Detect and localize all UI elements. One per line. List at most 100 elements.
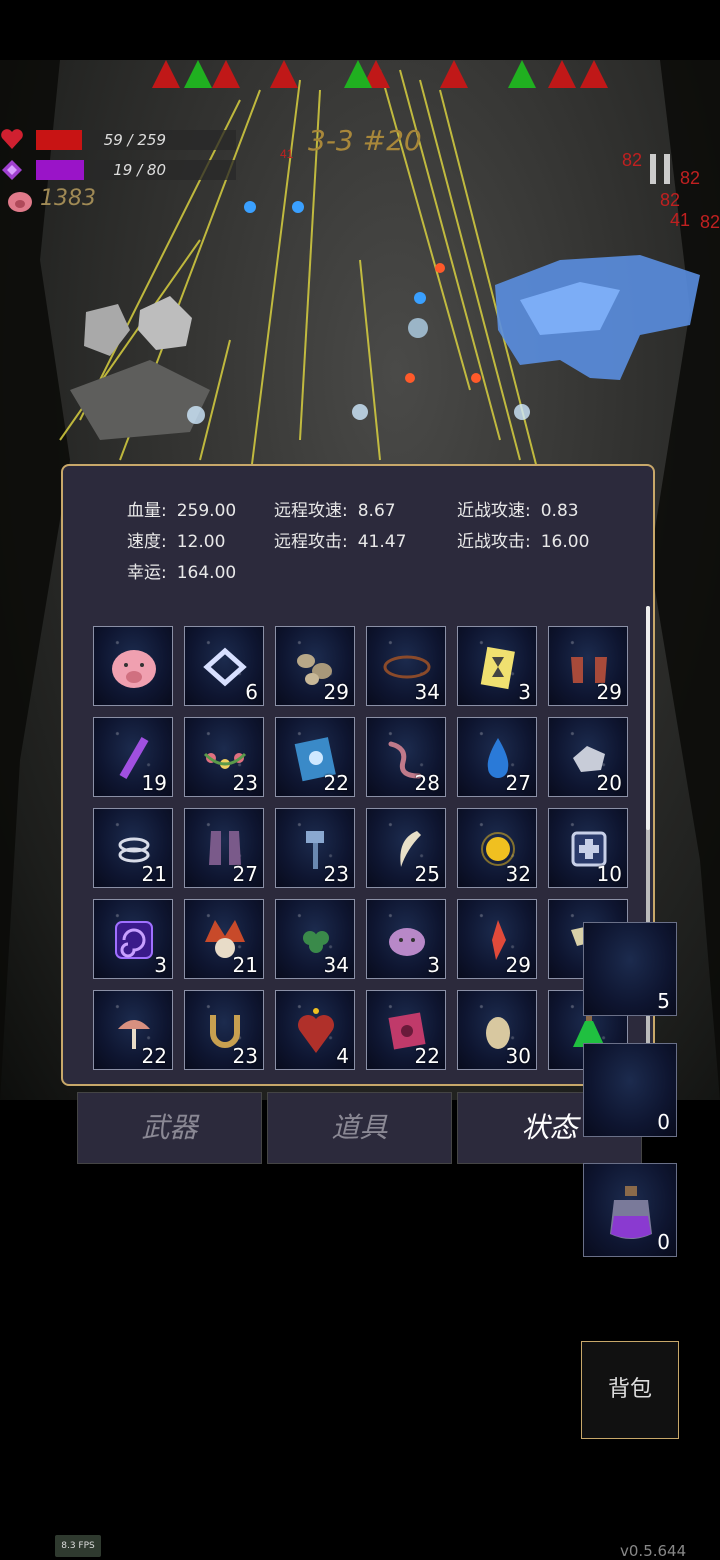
pig-coin-icon — [8, 192, 32, 212]
stat-ranged-attack: 远程攻击: 41.47 — [274, 527, 406, 552]
inventory-slot[interactable]: 20 — [548, 717, 628, 797]
inventory-slot-count: 27 — [232, 862, 258, 886]
item-grid[interactable]: 6 29 34 3 29 19 23 22 28 27 20 21 27 23 25 32 10 3 21 34 3 29… — [93, 626, 633, 1080]
stat-melee-attack-value: 16.00 — [540, 532, 590, 552]
quick-slot-3[interactable]: 0 — [583, 1163, 677, 1257]
stat-melee-attack-label: 近战攻击: — [457, 532, 531, 552]
inventory-slot-count: 21 — [141, 862, 167, 886]
mana-gem-icon — [2, 160, 22, 180]
inventory-slot-count: 27 — [505, 771, 531, 795]
coin-count: 1383 — [40, 186, 96, 211]
inventory-slot-count: 3 — [427, 953, 440, 977]
inventory-slot[interactable]: 19 — [93, 717, 173, 797]
inventory-slot-count: 23 — [232, 1044, 258, 1068]
inventory-slot[interactable]: 21 — [184, 899, 264, 979]
tab-weapons[interactable]: 武器 — [77, 1092, 262, 1164]
stat-melee-speed-value: 0.83 — [540, 501, 579, 521]
inventory-slot[interactable]: 4 — [275, 990, 355, 1070]
fps-counter: 8.3 FPS — [55, 1535, 101, 1557]
inventory-slot[interactable]: 28 — [366, 717, 446, 797]
status-panel: 血量: 259.00 速度: 12.00 幸运: 164.00 远程攻速: 8.67 远… — [61, 464, 655, 1086]
inventory-slot-count: 20 — [596, 771, 622, 795]
inventory-slot[interactable]: 3 — [457, 626, 537, 706]
svg-text:82: 82 — [622, 150, 642, 170]
inventory-slot[interactable]: 29 — [548, 626, 628, 706]
stat-hp: 血量: 259.00 — [127, 496, 236, 521]
inventory-slot[interactable]: 29 — [457, 899, 537, 979]
wave-indicator: 3-3 #20 — [308, 124, 422, 157]
stat-ranged-speed: 远程攻速: 8.67 — [274, 496, 396, 521]
inventory-slot-count: 22 — [414, 1044, 440, 1068]
scrollbar-thumb[interactable] — [646, 606, 650, 830]
stat-speed: 速度: 12.00 — [127, 527, 225, 552]
inventory-slot-count: 25 — [414, 862, 440, 886]
stat-luck-value: 164.00 — [176, 563, 237, 583]
inventory-slot-count: 3 — [154, 953, 167, 977]
inventory-slot[interactable]: 6 — [184, 626, 264, 706]
quick-slot-1[interactable]: 5 — [583, 922, 677, 1016]
inventory-slot[interactable]: 32 — [457, 808, 537, 888]
inventory-slot[interactable]: 29 — [275, 626, 355, 706]
inventory-slot[interactable]: 23 — [184, 717, 264, 797]
inventory-slot-count: 3 — [518, 680, 531, 704]
inventory-slot[interactable]: 34 — [275, 899, 355, 979]
inventory-slot-count: 22 — [141, 1044, 167, 1068]
mana-text: 19 / 80 — [113, 161, 166, 179]
piggy-bank-icon — [112, 650, 156, 688]
inventory-slot-count: 6 — [245, 680, 258, 704]
svg-text:41: 41 — [670, 210, 690, 230]
stat-melee-speed: 近战攻速: 0.83 — [457, 496, 579, 521]
inventory-slot[interactable]: 27 — [184, 808, 264, 888]
version-label: v0.5.644 — [620, 1542, 687, 1560]
inventory-slot-count: 4 — [336, 1044, 349, 1068]
stat-hp-value: 259.00 — [176, 501, 237, 521]
stat-speed-label: 速度: — [127, 532, 167, 552]
inventory-slot[interactable] — [93, 626, 173, 706]
quick-slot-1-count: 5 — [657, 989, 670, 1013]
backpack-button[interactable]: 背包 — [581, 1341, 679, 1439]
tab-items[interactable]: 道具 — [267, 1092, 452, 1164]
stat-melee-attack: 近战攻击: 16.00 — [457, 527, 589, 552]
inventory-slot[interactable]: 25 — [366, 808, 446, 888]
quick-slot-2-count: 0 — [657, 1110, 670, 1134]
inventory-slot-count: 29 — [323, 680, 349, 704]
hp-text: 59 / 259 — [103, 131, 166, 149]
hp-bar-fill — [36, 130, 82, 150]
stat-luck: 幸运: 164.00 — [127, 558, 236, 583]
inventory-slot-count: 19 — [141, 771, 167, 795]
inventory-slot[interactable]: 21 — [93, 808, 173, 888]
inventory-slot-count: 29 — [596, 680, 622, 704]
hp-bar: 59 / 259 — [36, 130, 236, 150]
inventory-slot[interactable]: 22 — [275, 717, 355, 797]
quick-slot-2[interactable]: 0 — [583, 1043, 677, 1137]
stat-ranged-speed-label: 远程攻速: — [274, 501, 348, 521]
inventory-slot-count: 34 — [414, 680, 440, 704]
svg-text:82: 82 — [700, 212, 720, 232]
inventory-slot-count: 29 — [505, 953, 531, 977]
inventory-slot-count: 21 — [232, 953, 258, 977]
inventory-slot[interactable]: 3 — [93, 899, 173, 979]
stat-hp-label: 血量: — [127, 501, 167, 521]
inventory-slot[interactable]: 22 — [366, 990, 446, 1070]
inventory-slot-count: 10 — [596, 862, 622, 886]
svg-text:41: 41 — [280, 147, 294, 161]
stat-luck-label: 幸运: — [127, 563, 167, 583]
inventory-slot[interactable]: 23 — [184, 990, 264, 1070]
inventory-slot[interactable]: 22 — [93, 990, 173, 1070]
inventory-slot[interactable]: 23 — [275, 808, 355, 888]
mana-bar-fill — [36, 160, 84, 180]
inventory-slot-count: 28 — [414, 771, 440, 795]
inventory-slot[interactable]: 27 — [457, 717, 537, 797]
inventory-slot[interactable]: 10 — [548, 808, 628, 888]
inventory-slot-count: 23 — [323, 862, 349, 886]
inventory-slot-count: 22 — [323, 771, 349, 795]
inventory-slot[interactable]: 34 — [366, 626, 446, 706]
inventory-slot-count: 34 — [323, 953, 349, 977]
pause-button[interactable] — [650, 154, 672, 184]
mana-bar: 19 / 80 — [36, 160, 236, 180]
inventory-slot[interactable]: 30 — [457, 990, 537, 1070]
svg-text:82: 82 — [680, 168, 700, 188]
inventory-slot-count: 30 — [505, 1044, 531, 1068]
inventory-slot-count: 23 — [232, 771, 258, 795]
inventory-slot[interactable]: 3 — [366, 899, 446, 979]
